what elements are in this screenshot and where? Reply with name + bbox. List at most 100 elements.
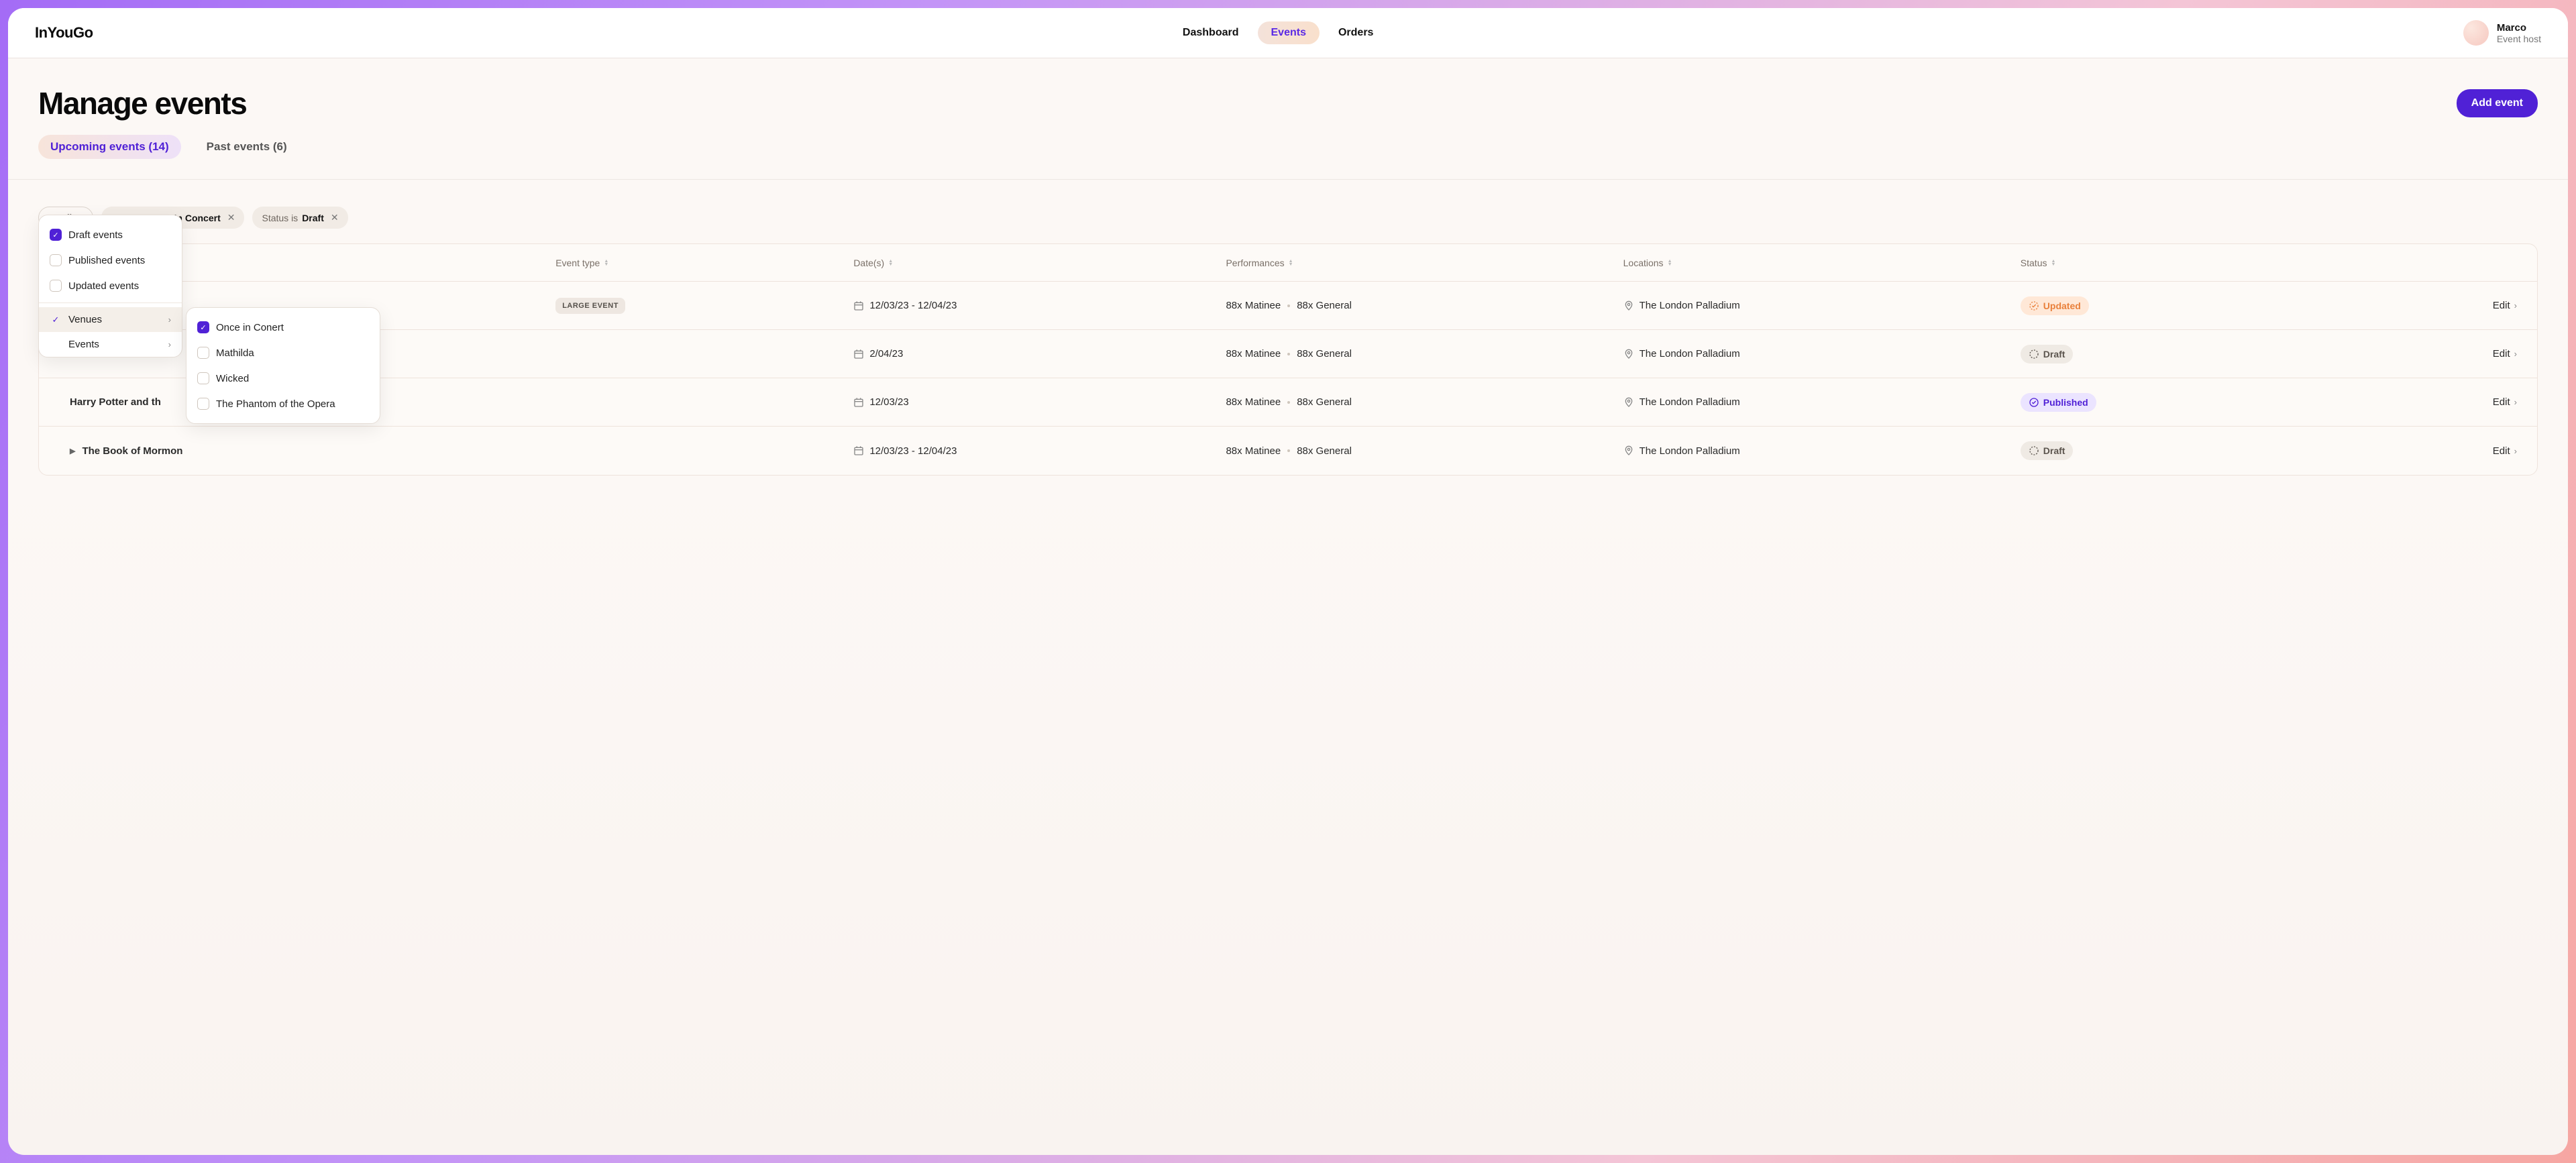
calendar-icon (853, 397, 864, 408)
filter-submenu-events[interactable]: Events › (39, 332, 182, 357)
option-label: Mathilda (216, 347, 254, 359)
dot-separator (1287, 401, 1290, 404)
chevron-right-icon: › (2514, 397, 2517, 407)
cell-status: Draft (2021, 345, 2318, 364)
chevron-right-icon: › (2514, 446, 2517, 456)
calendar-icon (853, 349, 864, 359)
perf-a: 88x Matinee (1226, 348, 1281, 359)
sort-icon: ▲▼ (2051, 260, 2056, 266)
dot-separator (1287, 353, 1290, 355)
filter-chip-status[interactable]: Status is Draft ✕ (252, 207, 347, 229)
sub-option-mathilda[interactable]: Mathilda (186, 340, 380, 366)
date-text: 2/04/23 (869, 348, 903, 359)
col-label: Status (2021, 258, 2047, 268)
sub-option-phantom[interactable]: The Phantom of the Opera (186, 391, 380, 417)
cell-dates: 12/03/23 - 12/04/23 (853, 300, 1226, 311)
edit-label: Edit (2493, 300, 2510, 311)
location-text: The London Palladium (1640, 348, 1740, 359)
dot-separator (1287, 304, 1290, 307)
location-icon (1623, 349, 1634, 359)
chevron-right-icon: › (2514, 349, 2517, 359)
table-row[interactable]: ▶LARGE EVENT12/03/23 - 12/04/2388x Matin… (39, 282, 2537, 330)
nav-orders[interactable]: Orders (1325, 21, 1387, 44)
cell-name: ▶The Book of Mormon (59, 445, 555, 457)
edit-button[interactable]: Edit › (2318, 300, 2517, 311)
date-text: 12/03/23 (869, 396, 908, 408)
filter-option-updated[interactable]: Updated events (39, 273, 182, 298)
table-header: Name▲▼ Event type▲▼ Date(s)▲▼ Performanc… (39, 244, 2537, 282)
filter-submenu-venues[interactable]: ✓Venues › (39, 307, 182, 332)
submenu-label: Venues (68, 314, 102, 325)
edit-button[interactable]: Edit › (2318, 348, 2517, 359)
edit-label: Edit (2493, 348, 2510, 359)
app-root: InYouGo Dashboard Events Orders Marco Ev… (8, 8, 2568, 1155)
content-area: Filter Event is Once in Concert ✕ Status… (8, 180, 2568, 476)
col-type[interactable]: Event type▲▼ (555, 258, 853, 268)
cell-performances: 88x Matinee88x General (1226, 300, 1623, 311)
option-label: Draft events (68, 229, 123, 241)
perf-a: 88x Matinee (1226, 396, 1281, 408)
cell-performances: 88x Matinee88x General (1226, 396, 1623, 408)
table-row[interactable]: 2/04/23 88x Matinee88x General The London … (39, 330, 2537, 378)
close-icon[interactable]: ✕ (331, 212, 339, 223)
location-text: The London Palladium (1640, 300, 1740, 311)
edit-button[interactable]: Edit› (2318, 396, 2517, 408)
sub-option-wicked[interactable]: Wicked (186, 366, 380, 391)
filter-popover: ✓ Draft events Published events Updated … (38, 215, 182, 357)
table-row[interactable]: ▶The Book of Mormon12/03/23 - 12/04/2388… (39, 427, 2537, 475)
nav-dashboard[interactable]: Dashboard (1169, 21, 1252, 44)
location-icon (1623, 445, 1634, 456)
cell-performances: 88x Matinee88x General (1226, 348, 1623, 359)
status-badge: Draft (2021, 345, 2074, 364)
user-block[interactable]: Marco Event host (2463, 20, 2541, 46)
col-label: Performances (1226, 258, 1284, 268)
divider (39, 302, 182, 303)
col-perf[interactable]: Performances▲▼ (1226, 258, 1623, 268)
checkbox-icon[interactable] (197, 372, 209, 384)
chevron-right-icon: › (2514, 300, 2517, 311)
option-label: Once in Conert (216, 322, 284, 333)
tab-upcoming[interactable]: Upcoming events (14) (38, 135, 181, 159)
filter-option-published[interactable]: Published events (39, 247, 182, 273)
checkbox-checked-icon[interactable]: ✓ (197, 321, 209, 333)
checkbox-icon[interactable] (197, 398, 209, 410)
col-dates[interactable]: Date(s)▲▼ (853, 258, 1226, 268)
calendar-icon (853, 300, 864, 311)
checkbox-icon[interactable] (50, 280, 62, 292)
calendar-icon (853, 445, 864, 456)
page-header: Manage events Add event (8, 58, 2568, 135)
location-icon (1623, 397, 1634, 408)
nav-events[interactable]: Events (1258, 21, 1320, 44)
event-name: Harry Potter and th (70, 396, 161, 408)
col-loc[interactable]: Locations▲▼ (1623, 258, 2021, 268)
cell-type: LARGE EVENT (555, 298, 853, 314)
chip-label: Status is (262, 213, 298, 223)
cell-location: The London Palladium (1623, 396, 2021, 408)
page-title: Manage events (38, 85, 246, 121)
status-badge: Published (2021, 393, 2096, 412)
filter-option-draft[interactable]: ✓ Draft events (39, 222, 182, 247)
cell-location: The London Palladium (1623, 445, 2021, 457)
close-icon[interactable]: ✕ (227, 212, 235, 223)
add-event-button[interactable]: Add event (2457, 89, 2538, 117)
cell-dates: 12/03/23 (853, 396, 1226, 408)
tab-past[interactable]: Past events (6) (195, 135, 299, 159)
option-label: Wicked (216, 373, 249, 384)
topbar: InYouGo Dashboard Events Orders Marco Ev… (8, 8, 2568, 58)
col-status[interactable]: Status ▲▼ (2021, 258, 2318, 268)
status-badge: Updated (2021, 296, 2089, 315)
sub-option-once[interactable]: ✓ Once in Conert (186, 315, 380, 340)
option-label: The Phantom of the Opera (216, 398, 335, 410)
checkbox-icon[interactable] (197, 347, 209, 359)
table-row[interactable]: Harry Potter and th 12/03/23 88x Matinee88… (39, 378, 2537, 427)
expand-icon[interactable]: ▶ (70, 447, 75, 455)
checkbox-checked-icon[interactable]: ✓ (50, 229, 62, 241)
edit-button[interactable]: Edit› (2318, 445, 2517, 457)
check-icon: ✓ (50, 315, 62, 325)
checkbox-icon[interactable] (50, 254, 62, 266)
status-text: Draft (2043, 349, 2065, 359)
sort-icon: ▲▼ (604, 260, 608, 266)
dot-separator (1287, 449, 1290, 452)
sort-icon: ▲▼ (1668, 260, 1672, 266)
cell-performances: 88x Matinee88x General (1226, 445, 1623, 457)
